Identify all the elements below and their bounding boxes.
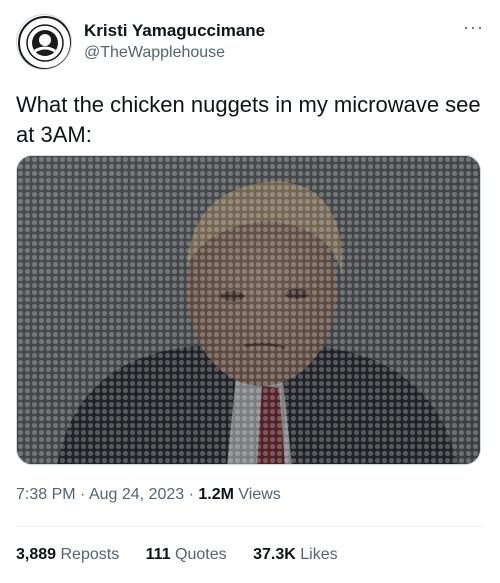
tweet-date[interactable]: Aug 24, 2023 <box>89 486 184 503</box>
author-names: Kristi Yamaguccimane @TheWapplehouse <box>84 20 265 64</box>
quotes-label: Quotes <box>175 546 227 563</box>
tweet-media[interactable] <box>16 155 481 465</box>
tweet-time[interactable]: 7:38 PM <box>16 486 76 503</box>
photo-icon <box>17 156 480 464</box>
reposts-stat[interactable]: 3,889 Reposts <box>16 544 119 566</box>
views-count: 1.2M <box>198 486 234 503</box>
avatar-badge-icon <box>18 16 71 69</box>
display-name[interactable]: Kristi Yamaguccimane <box>84 20 265 42</box>
quotes-stat[interactable]: 111 Quotes <box>146 544 227 566</box>
divider <box>16 526 484 527</box>
meta-separator: · <box>80 486 86 503</box>
tweet-meta: 7:38 PM · Aug 24, 2023 · 1.2M Views <box>16 484 281 506</box>
likes-count: 37.3K <box>253 546 296 563</box>
tweet-text: What the chicken nuggets in my microwave… <box>16 92 481 147</box>
quotes-count: 111 <box>145 546 171 563</box>
more-options-icon[interactable]: ··· <box>463 18 484 36</box>
views-label: Views <box>238 486 281 503</box>
tweet-header: Kristi Yamaguccimane @TheWapplehouse ··· <box>16 14 484 72</box>
likes-stat[interactable]: 37.3K Likes <box>253 544 338 566</box>
avatar[interactable] <box>16 14 72 70</box>
reposts-count: 3,889 <box>16 546 57 563</box>
reposts-label: Reposts <box>60 546 120 563</box>
engagement-stats: 3,889 Reposts 111 Quotes 37.3K Likes <box>16 544 360 566</box>
author-handle[interactable]: @TheWapplehouse <box>84 42 265 64</box>
likes-label: Likes <box>300 546 338 563</box>
meta-separator: · <box>188 486 194 503</box>
